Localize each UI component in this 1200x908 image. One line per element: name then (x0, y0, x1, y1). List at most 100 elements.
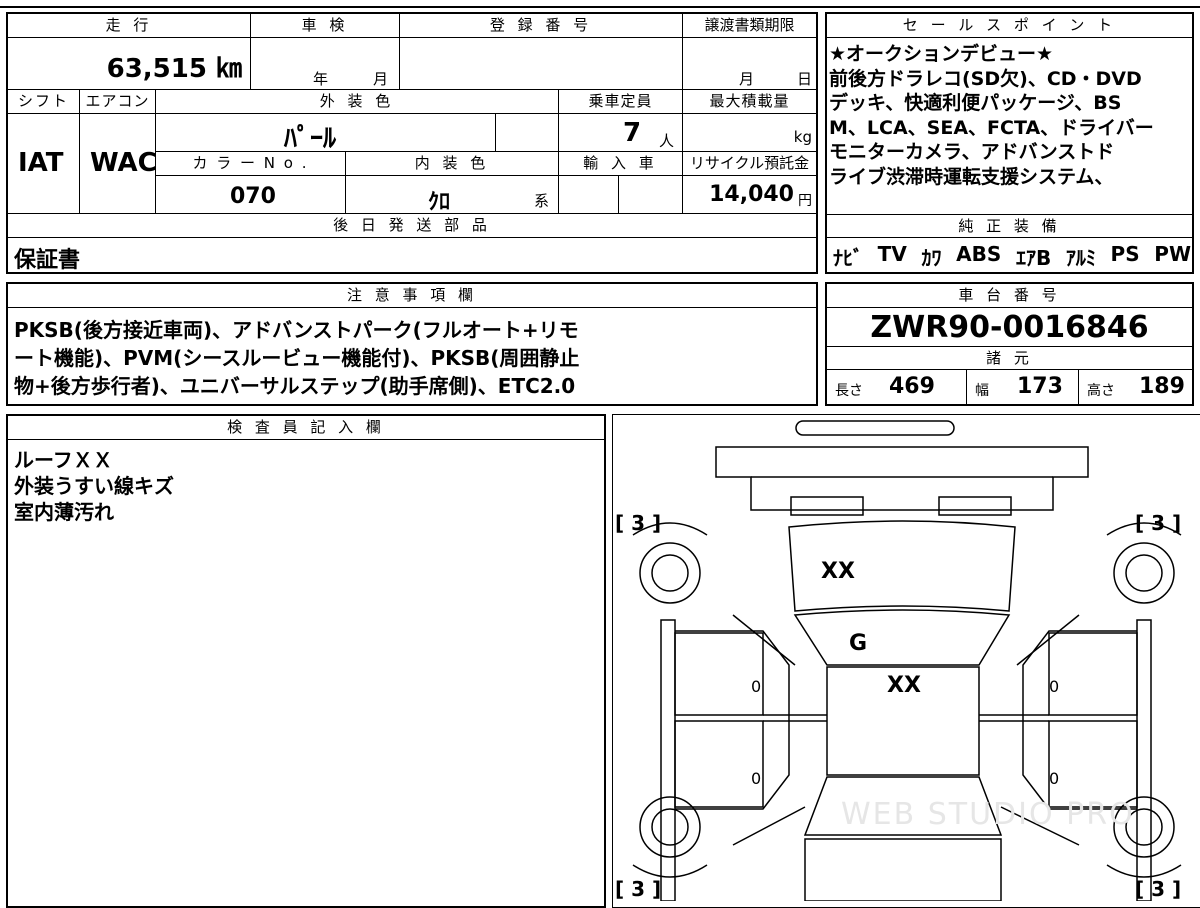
equip-abs: ABS (956, 242, 1002, 266)
door-rear-right-mark: 0 (1049, 769, 1060, 788)
height-label: 高さ (1087, 383, 1115, 399)
capacity-value: 7 人 (559, 114, 683, 152)
equip-navi: ﾅﾋﾞ (833, 246, 863, 270)
width-cell: 幅 173 (967, 370, 1079, 404)
transfer-day-unit: 日 (797, 70, 813, 88)
interior-color-value: ｸﾛ 系 (346, 176, 559, 215)
transfer-deadline-header: 譲渡書類期限 (683, 14, 816, 38)
interior-color-text: ｸﾛ (428, 190, 451, 215)
shift-text: IAT (18, 148, 64, 178)
height-value: 189 (1139, 374, 1185, 399)
right-side (1022, 630, 1137, 810)
left-door-rear (674, 720, 764, 808)
transfer-month-unit: 月 (739, 70, 755, 88)
notes-line-1: PKSB(後方接近車両)、アドバンストパーク(フルオート+リモ (14, 318, 579, 342)
door-front-left-mark: 0 (751, 677, 762, 696)
headlight-left (790, 496, 864, 516)
notes-box: 注 意 事 項 欄 PKSB(後方接近車両)、アドバンストパーク(フルオート+リ… (6, 282, 818, 406)
recycle-text: 14,040 (709, 182, 794, 207)
roof-damage-mark: XX (887, 673, 921, 698)
inspector-box: 検 査 員 記 入 欄 ルーフＸＸ 外装うすい線キズ 室内薄汚れ (6, 414, 606, 908)
notes-line-3: 物+後方歩行者)、ユニバーサルステップ(助手席側)、ETC2.0 (14, 374, 576, 398)
chassis-header: 車 台 番 号 (827, 284, 1192, 308)
color-no-value: 070 (156, 176, 346, 214)
length-value: 469 (889, 374, 935, 399)
color-no-text: 070 (230, 184, 276, 209)
chassis-value: ZWR90-0016846 (870, 310, 1149, 345)
car-diagram-box: [ 3 ] [ 3 ] [ 3 ] [ 3 ] XX G XX 0 0 0 0 … (612, 414, 1200, 908)
shaken-month-unit: 月 (373, 70, 389, 88)
shaken-year-unit: 年 (313, 70, 329, 88)
equip-leather: ｶﾜ (921, 246, 942, 270)
registration-value (400, 38, 683, 90)
width-label: 幅 (975, 383, 989, 399)
equip-ps: PS (1110, 242, 1140, 266)
length-cell: 長さ 469 (827, 370, 967, 404)
exterior-color-header: 外 装 色 (156, 90, 559, 114)
max-load-value: kg (683, 114, 816, 152)
equip-alloy: ｱﾙﾐ (1065, 246, 1096, 270)
specs-header: 諸 元 (827, 346, 1192, 370)
chassis-box: 車 台 番 号 ZWR90-0016846 諸 元 長さ 469 幅 173 高… (825, 282, 1194, 406)
notes-header: 注 意 事 項 欄 (8, 284, 816, 308)
wheel-front-right (1113, 542, 1175, 604)
exterior-color-text: ﾊﾟｰﾙ (284, 124, 337, 154)
right-door-front (1048, 632, 1138, 716)
length-label: 長さ (835, 383, 863, 399)
front-bumper (715, 446, 1089, 511)
aircon-value: WAC (80, 114, 157, 214)
sales-point-box: セ ー ル ス ポ イ ン ト ★オークションデビュー★ 前後方ドラレコ(SD欠… (825, 12, 1194, 274)
capacity-text: 7 (623, 118, 642, 148)
door-front-right-mark: 0 (1049, 677, 1060, 696)
equip-airbag: ｴｱB (1015, 246, 1052, 270)
inspector-line-2: 外装うすい線キズ (14, 474, 174, 498)
left-side (675, 630, 790, 810)
headlight-right (938, 496, 1012, 516)
equip-tv: TV (877, 242, 907, 266)
mileage-value: 63,515 ㎞ (8, 38, 251, 90)
watermark: WEB STUDIO PRO (841, 797, 1135, 832)
windshield-damage-mark: G (849, 631, 868, 656)
aircon-text: WAC (90, 148, 157, 178)
tire-front-right-label: [ 3 ] (1135, 511, 1182, 535)
color-no-header: カ ラ ー N o . (156, 152, 346, 176)
exterior-color-extra (496, 114, 559, 152)
tire-rear-right-label: [ 3 ] (1135, 877, 1182, 901)
capacity-header: 乗車定員 (559, 90, 683, 114)
recycle-header: リサイクル預託金 (683, 152, 816, 176)
inspector-header: 検 査 員 記 入 欄 (8, 416, 604, 440)
genuine-equipment-header: 純 正 装 備 (827, 214, 1192, 238)
wheel-rear-left (639, 796, 701, 858)
shaken-value: 年 月 (251, 38, 400, 90)
height-cell: 高さ 189 (1079, 370, 1192, 404)
shift-value: IAT (8, 114, 80, 214)
sales-point-header: セ ー ル ス ポ イ ン ト (827, 14, 1192, 38)
right-body (1136, 619, 1152, 901)
notes-line-2: ート機能)、PVM(シースルービュー機能付)、PKSB(周囲静止 (14, 346, 580, 370)
later-parts-value: 保証書 (14, 248, 81, 273)
front-bumper-pill (795, 420, 955, 436)
import-value-2 (619, 176, 683, 214)
inspector-line-3: 室内薄汚れ (14, 500, 114, 524)
import-header: 輸 入 車 (559, 152, 683, 176)
inspector-line-1: ルーフＸＸ (14, 448, 113, 472)
exterior-color-value: ﾊﾟｰﾙ (156, 114, 496, 154)
door-rear-left-mark: 0 (751, 769, 762, 788)
equip-pw: PW (1154, 242, 1191, 266)
sales-point-text: ★オークションデビュー★ 前後方ドラレコ(SD欠)、CD・DVD デッキ、快適利… (829, 43, 1154, 188)
tire-front-left-label: [ 3 ] (615, 511, 662, 535)
left-body (660, 619, 676, 901)
capacity-unit: 人 (659, 132, 675, 150)
hood-damage-mark: XX (821, 559, 855, 584)
recycle-value: 14,040 円 (683, 176, 816, 214)
aircon-header: エアコン (80, 90, 156, 114)
max-load-header: 最大積載量 (683, 90, 816, 114)
windshield (793, 609, 1011, 666)
spec-table: 走 行 車 検 登 録 番 号 譲渡書類期限 63,515 ㎞ 年 月 月 日 … (6, 12, 818, 274)
interior-color-header: 内 装 色 (346, 152, 559, 176)
left-door-front (674, 632, 764, 716)
top-strip (0, 0, 1200, 8)
shaken-header: 車 検 (251, 14, 400, 38)
recycle-unit: 円 (798, 193, 812, 209)
width-value: 173 (1017, 374, 1063, 399)
